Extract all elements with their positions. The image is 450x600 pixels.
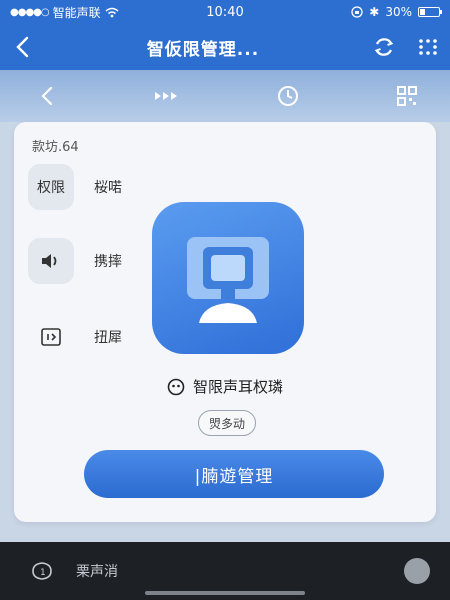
chevron-left-icon (16, 36, 29, 58)
forward-button[interactable] (151, 81, 185, 111)
rotation-lock-icon (351, 6, 363, 18)
battery-percent: 30% (385, 5, 412, 19)
permission-badge: 权限 (28, 164, 74, 210)
permission-label: 桜喏 (94, 180, 122, 196)
refresh-button[interactable] (362, 24, 406, 70)
qr-scan-icon (396, 86, 417, 106)
code-icon (28, 314, 74, 360)
nav-bar: 智仮限管理... (0, 24, 450, 70)
permission-card: 款坊.64 权限 桜喏 携摔 扭犀 智限声耳权璘 焽多动 |腩遊管理 (14, 122, 436, 522)
permission-row[interactable]: 携摔 (28, 238, 122, 284)
status-badge[interactable]: 焽多动 (198, 410, 257, 436)
page-title: 智仮限管理... (146, 39, 260, 60)
svg-text:1: 1 (40, 568, 46, 578)
wifi-icon (105, 7, 119, 17)
speaker-icon (28, 238, 74, 284)
refresh-icon (374, 38, 394, 56)
permission-label: 携摔 (94, 254, 122, 270)
signal-icon: ●●●●○ (10, 6, 50, 18)
face-icon (167, 378, 185, 395)
permission-row[interactable]: 扭犀 (28, 314, 122, 360)
bottom-bar-label[interactable]: 栗声消 (76, 561, 404, 581)
more-button[interactable] (406, 24, 450, 70)
status-bar: ●●●●○ 智能声联 10:40 ✱ 30% (0, 0, 450, 24)
toolbar-back-button[interactable] (32, 81, 62, 111)
more-dots-icon (419, 39, 437, 55)
status-left: ●●●●○ 智能声联 (10, 4, 351, 21)
permission-row[interactable]: 权限 桜喏 (28, 164, 122, 210)
chevron-left-icon (41, 86, 53, 106)
app-name: 智限声耳权璘 (192, 378, 283, 396)
bluetooth-icon: ✱ (369, 5, 380, 19)
app-name-row: 智限声耳权璘 (14, 376, 436, 397)
secondary-toolbar (0, 70, 450, 122)
carrier-label: 智能声联 (52, 5, 101, 20)
sound-icon[interactable]: 1 (30, 560, 54, 582)
status-right: ✱ 30% (351, 5, 442, 19)
permission-label: 扭犀 (94, 330, 122, 346)
card-caption: 款坊.64 (32, 140, 79, 155)
app-logo (152, 202, 304, 354)
home-indicator (145, 591, 305, 595)
timer-button[interactable] (273, 81, 303, 111)
back-button[interactable] (0, 24, 44, 70)
clock-icon (278, 86, 299, 106)
fast-forward-icon (154, 92, 177, 100)
manage-button[interactable]: |腩遊管理 (84, 450, 384, 498)
monitor-robot-icon (187, 237, 269, 323)
scan-button[interactable] (392, 81, 422, 111)
battery-icon (418, 7, 442, 17)
chat-bubble-icon[interactable] (404, 558, 430, 584)
